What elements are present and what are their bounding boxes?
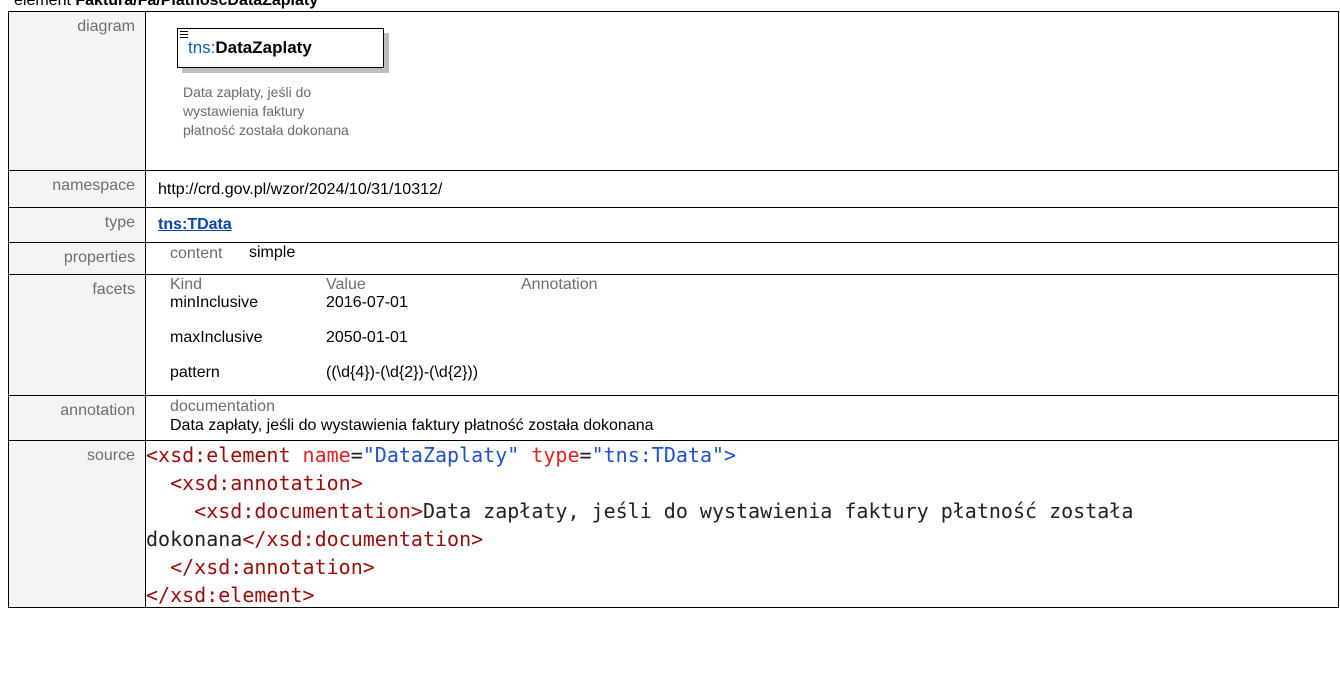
type-link[interactable]: tns:TData	[158, 216, 232, 233]
facet-value: ((\d{4})-(\d{2})-(\d{2}))	[326, 364, 479, 381]
label-properties: properties	[8, 242, 146, 275]
row-source: source <xsd:element name="DataZaplaty" t…	[8, 440, 1339, 608]
source-line: dokonana</xsd:documentation>	[146, 527, 484, 551]
element-prefix: tns:	[188, 38, 216, 57]
diagram-doc-line: płatność została dokonana	[183, 122, 349, 138]
label-facets: facets	[8, 274, 146, 396]
facet-kind: maxInclusive	[170, 329, 263, 346]
label-diagram: diagram	[8, 11, 146, 171]
label-source: source	[8, 440, 146, 608]
source-line: </xsd:annotation>	[146, 555, 375, 579]
annotation-key: documentation	[170, 398, 275, 415]
element-box-name: tns:DataZaplaty	[188, 38, 312, 58]
element-box[interactable]: tns:DataZaplaty	[177, 28, 384, 68]
diagram-doc-line: wystawienia faktury	[183, 103, 305, 119]
diagram-doc-line: Data zapłaty, jeśli do	[183, 84, 312, 100]
type-cell: tns:TData	[145, 207, 1339, 243]
namespace-value: http://crd.gov.pl/wzor/2024/10/31/10312/	[158, 181, 443, 198]
row-facets: facets Kind Value Annotation minInclusiv…	[8, 274, 1339, 396]
facet-value: 2050-01-01	[326, 329, 408, 346]
source-line: </xsd:element>	[146, 583, 315, 607]
facets-header-annotation: Annotation	[521, 276, 598, 293]
properties-cell: content simple	[145, 242, 1339, 275]
source-line: <xsd:annotation>	[146, 471, 363, 495]
property-key: content	[170, 245, 223, 262]
row-diagram: diagram tns:DataZaplaty Data zapłaty, je…	[8, 11, 1339, 171]
element-doc-icon	[180, 31, 188, 40]
facet-kind: minInclusive	[170, 294, 259, 311]
label-annotation: annotation	[8, 395, 146, 441]
facets-table: Kind Value Annotation minInclusive 2016-…	[146, 275, 1338, 395]
facet-value: 2016-07-01	[326, 294, 408, 311]
namespace-cell: http://crd.gov.pl/wzor/2024/10/31/10312/	[145, 170, 1339, 208]
row-properties: properties content simple	[8, 242, 1339, 275]
facets-header-kind: Kind	[170, 276, 203, 293]
label-namespace: namespace	[8, 170, 146, 208]
row-type: type tns:TData	[8, 207, 1339, 243]
row-annotation: annotation documentation Data zapłaty, j…	[8, 395, 1339, 441]
element-doc-table: diagram tns:DataZaplaty Data zapłaty, je…	[8, 11, 1339, 608]
heading-prefix: element	[14, 0, 76, 9]
source-line: <xsd:element name="DataZaplaty" type="tn…	[146, 443, 737, 467]
label-type: type	[8, 207, 146, 243]
annotation-value: Data zapłaty, jeśli do wystawienia faktu…	[170, 417, 654, 434]
row-namespace: namespace http://crd.gov.pl/wzor/2024/10…	[8, 170, 1339, 208]
page-heading: element Faktura/Fa/PlatnoscDataZaplaty	[14, 0, 318, 11]
source-code: <xsd:element name="DataZaplaty" type="tn…	[146, 441, 1338, 607]
facets-cell: Kind Value Annotation minInclusive 2016-…	[145, 274, 1339, 396]
diagram-cell: tns:DataZaplaty Data zapłaty, jeśli do w…	[145, 11, 1339, 171]
source-line: <xsd:documentation>Data zapłaty, jeśli d…	[146, 499, 1134, 523]
facet-kind: pattern	[170, 364, 220, 381]
heading-path: Faktura/Fa/PlatnoscDataZaplaty	[75, 0, 319, 9]
property-value: simple	[249, 244, 296, 261]
diagram-documentation: Data zapłaty, jeśli do wystawienia faktu…	[183, 83, 413, 140]
annotation-cell: documentation Data zapłaty, jeśli do wys…	[145, 395, 1339, 441]
element-local-name: DataZaplaty	[215, 38, 312, 57]
source-cell: <xsd:element name="DataZaplaty" type="tn…	[145, 440, 1339, 608]
facets-header-value: Value	[326, 276, 366, 293]
